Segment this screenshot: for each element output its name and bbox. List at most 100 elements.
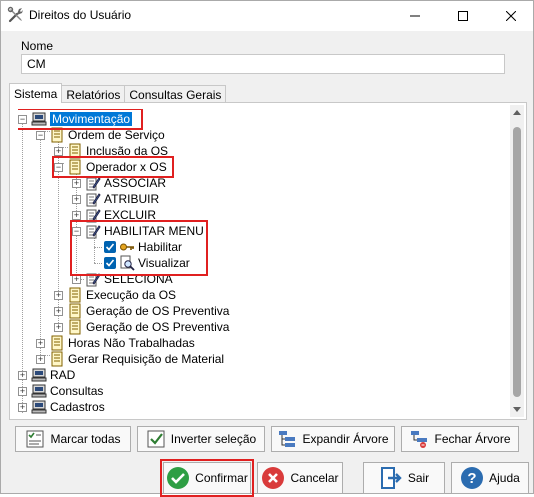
caret-down-icon	[513, 407, 521, 412]
expand-toggle[interactable]: +	[54, 146, 63, 156]
tree-node-inclusao-os[interactable]: + Inclusão da OS	[54, 143, 168, 159]
tree-label: Gerar Requisição de Material	[68, 352, 225, 366]
expand-toggle[interactable]: +	[54, 322, 63, 332]
permissions-tree[interactable]: − Movimentação − Ordem de Serviço + Incl…	[18, 109, 508, 415]
magnifier-page-icon	[120, 255, 135, 271]
tree-node-movimentacao[interactable]: − Movimentação	[18, 111, 133, 127]
document-icon	[69, 303, 81, 319]
tree-node-associar[interactable]: + ASSOCIAR	[72, 175, 166, 191]
exit-label: Sair	[407, 471, 430, 485]
tools-icon	[7, 6, 23, 23]
maximize-button[interactable]	[441, 1, 485, 31]
tab-relatorios[interactable]: Relatórios	[61, 85, 126, 103]
tree-node-execucao-os[interactable]: + Execução da OS	[54, 287, 176, 303]
edit-page-icon	[86, 193, 101, 207]
confirm-button[interactable]: Confirmar	[163, 462, 251, 494]
edit-page-icon	[86, 225, 101, 239]
cancel-button[interactable]: Cancelar	[257, 462, 343, 494]
tree-node-visualizar[interactable]: Visualizar	[104, 255, 190, 271]
tree-label: Horas Não Trabalhadas	[68, 336, 195, 350]
svg-text:?: ?	[468, 470, 477, 487]
expand-toggle[interactable]: +	[36, 338, 45, 348]
collapse-toggle[interactable]: −	[18, 114, 27, 124]
close-tree-button[interactable]: Fechar Árvore	[401, 426, 519, 452]
expand-toggle[interactable]: +	[18, 386, 27, 396]
tree-label: Geração de OS Preventiva	[86, 304, 230, 318]
tree-label: Cadastros	[50, 400, 105, 414]
tree-label: Consultas	[50, 384, 104, 398]
expand-tree-button[interactable]: Expandir Árvore	[271, 426, 395, 452]
document-icon	[51, 335, 63, 351]
tree-node-geracao-os-preventiva-2[interactable]: + Geração de OS Preventiva	[54, 319, 229, 335]
tree-node-habilitar-menu[interactable]: − HABILITAR MENU	[72, 223, 204, 239]
tree-label: Ordem de Serviço	[68, 128, 165, 142]
help-button[interactable]: ? Ajuda	[451, 462, 529, 494]
minimize-icon	[410, 15, 420, 17]
tree-label: HABILITAR MENU	[104, 224, 204, 238]
maximize-icon	[458, 11, 468, 21]
expand-toggle[interactable]: +	[18, 370, 27, 380]
mark-all-label: Marcar todas	[50, 432, 121, 446]
tab-consultas-gerais[interactable]: Consultas Gerais	[124, 85, 227, 103]
checkbox-checked[interactable]	[104, 257, 116, 269]
key-icon	[120, 243, 134, 251]
tree-node-seleciona[interactable]: + SELECIONA	[72, 271, 173, 287]
expand-toggle[interactable]: +	[36, 354, 45, 364]
checklist-icon	[26, 430, 44, 448]
document-icon	[69, 319, 81, 335]
computer-icon	[31, 112, 47, 126]
invert-selection-button[interactable]: Inverter seleção	[137, 426, 265, 452]
tree-scrollbar[interactable]	[510, 105, 524, 417]
tree-node-operador-os[interactable]: − Operador x OS	[54, 159, 167, 175]
collapse-toggle[interactable]: −	[72, 226, 81, 236]
expand-toggle[interactable]: +	[18, 402, 27, 412]
expand-toggle[interactable]: +	[72, 178, 81, 188]
tree-label: Geração de OS Preventiva	[86, 320, 230, 334]
document-icon	[69, 143, 81, 159]
computer-icon	[31, 368, 47, 382]
expand-toggle[interactable]: +	[72, 194, 81, 204]
checkmark-icon	[105, 259, 115, 267]
expand-toggle[interactable]: +	[54, 290, 63, 300]
exit-button[interactable]: Sair	[363, 462, 445, 494]
tab-strip: Sistema Relatórios Consultas Gerais	[9, 83, 227, 103]
tree-label: RAD	[50, 368, 76, 382]
expand-toggle[interactable]: +	[72, 210, 81, 220]
tree-node-geracao-os-preventiva[interactable]: + Geração de OS Preventiva	[54, 303, 229, 319]
tree-node-rad[interactable]: + RAD	[18, 367, 75, 383]
name-field[interactable]	[21, 54, 505, 74]
scroll-down-arrow[interactable]	[510, 403, 524, 417]
tree-panel: − Movimentação − Ordem de Serviço + Incl…	[9, 102, 527, 420]
name-label: Nome	[21, 39, 54, 53]
edit-page-icon	[86, 177, 101, 191]
expand-toggle[interactable]: +	[54, 306, 63, 316]
tree-label: Visualizar	[138, 256, 190, 270]
minimize-button[interactable]	[393, 1, 437, 31]
tree-label: Habilitar	[138, 240, 183, 254]
mark-all-button[interactable]: Marcar todas	[15, 426, 131, 452]
collapse-toggle[interactable]: −	[54, 162, 63, 172]
user-rights-window: Direitos do Usuário Nome Sistema Relatór…	[0, 0, 534, 497]
tree-node-consultas[interactable]: + Consultas	[18, 383, 103, 399]
help-icon: ?	[461, 467, 484, 489]
close-button[interactable]	[489, 1, 533, 31]
tree-node-horas-nao-trabalhadas[interactable]: + Horas Não Trabalhadas	[36, 335, 195, 351]
expand-tree-label: Expandir Árvore	[302, 432, 389, 446]
tree-node-habilitar[interactable]: Habilitar	[104, 239, 182, 255]
tree-label: Operador x OS	[86, 160, 167, 174]
scroll-up-arrow[interactable]	[510, 105, 524, 119]
tree-node-excluir[interactable]: + EXCLUIR	[72, 207, 156, 223]
checkbox-checked[interactable]	[104, 241, 116, 253]
tree-node-gerar-requisicao[interactable]: + Gerar Requisição de Material	[36, 351, 224, 367]
tree-node-atribuir[interactable]: + ATRIBUIR	[72, 191, 159, 207]
confirm-label: Confirmar	[195, 471, 248, 485]
expand-toggle[interactable]: +	[72, 274, 81, 284]
tab-sistema[interactable]: Sistema	[9, 83, 63, 103]
collapse-toggle[interactable]: −	[36, 130, 45, 140]
tree-node-ordem-servico[interactable]: − Ordem de Serviço	[36, 127, 165, 143]
edit-page-icon	[86, 209, 101, 223]
tree-node-cadastros[interactable]: + Cadastros	[18, 399, 105, 415]
scroll-thumb[interactable]	[513, 127, 521, 397]
exit-door-icon	[380, 467, 402, 489]
checkmark-icon	[105, 243, 115, 251]
